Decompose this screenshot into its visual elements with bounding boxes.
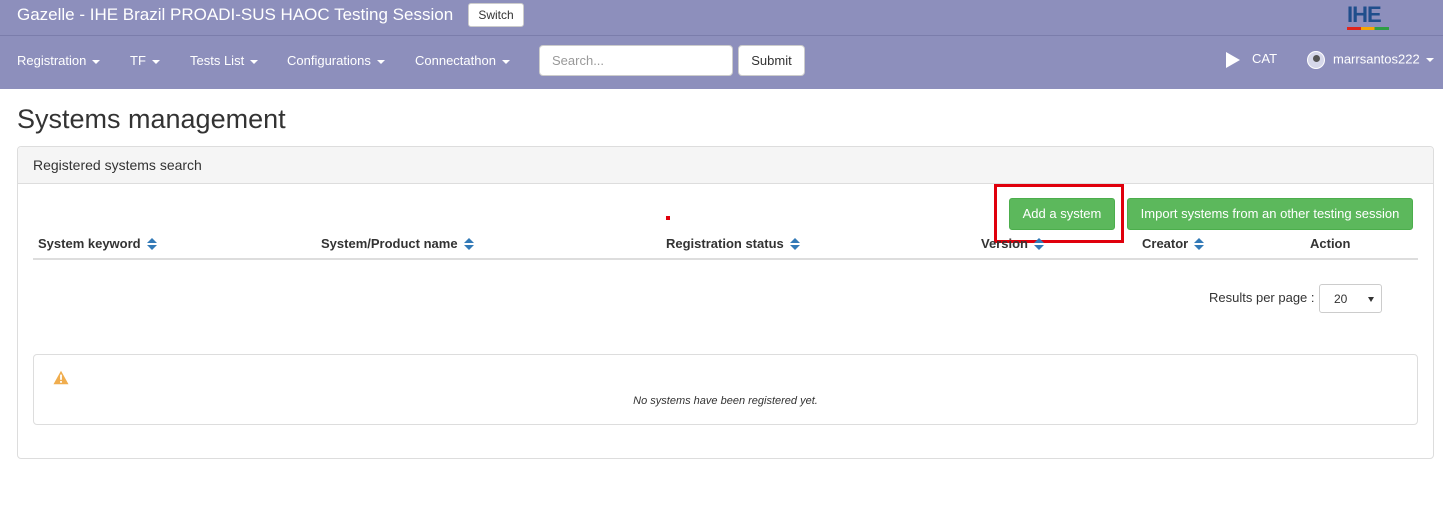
nav-menu-tf[interactable]: TF <box>130 53 160 68</box>
panel-title: Registered systems search <box>33 157 202 173</box>
nav-menu-label: Registration <box>17 53 87 68</box>
caret-down-icon <box>151 59 160 64</box>
page-title: Systems management <box>17 104 286 134</box>
import-systems-button[interactable]: Import systems from an other testing ses… <box>1127 198 1413 230</box>
cat-link[interactable]: CAT <box>1226 51 1277 68</box>
sort-icon[interactable] <box>1194 238 1205 251</box>
warning-icon <box>53 370 69 385</box>
nav-menu-label: Configurations <box>287 53 371 68</box>
empty-state-message: No systems have been registered yet. <box>633 395 818 407</box>
nav-menu-registration[interactable]: Registration <box>17 53 101 68</box>
search-input[interactable] <box>539 45 733 76</box>
switch-session-button[interactable]: Switch <box>468 3 524 27</box>
column-label: Action <box>1310 236 1351 251</box>
column-label: System keyword <box>38 236 141 251</box>
empty-state-box: No systems have been registered yet. <box>33 354 1418 425</box>
nav-menu-label: Connectathon <box>415 53 496 68</box>
column-label: Registration status <box>666 236 784 251</box>
column-header-creator[interactable]: Creator <box>1142 236 1205 251</box>
nav-menu-connectathon[interactable]: Connectathon <box>415 53 510 68</box>
logo-color-bar <box>1347 27 1389 30</box>
column-header-system-product-name[interactable]: System/Product name <box>321 236 474 251</box>
caret-down-icon <box>376 59 385 64</box>
column-header-registration-status[interactable]: Registration status <box>666 236 800 251</box>
add-system-button[interactable]: Add a system <box>1009 198 1115 230</box>
nav-menu-tests-list[interactable]: Tests List <box>190 53 259 68</box>
column-label: Version <box>981 236 1028 251</box>
results-per-page-value: 20 <box>1334 292 1348 306</box>
caret-down-icon <box>501 59 510 64</box>
top-header: Gazelle - IHE Brazil PROADI-SUS HAOC Tes… <box>0 0 1443 36</box>
logo-tagline <box>1395 6 1435 28</box>
avatar <box>1307 51 1325 69</box>
sort-icon[interactable] <box>1033 238 1044 251</box>
sort-icon[interactable] <box>789 238 800 251</box>
column-header-system-keyword[interactable]: System keyword <box>38 236 157 251</box>
user-menu[interactable]: marrsantos222 <box>1307 51 1434 69</box>
caret-down-icon <box>250 59 259 64</box>
nav-menu-label: TF <box>130 53 146 68</box>
panel-heading: Registered systems search <box>18 147 1433 184</box>
sort-icon[interactable] <box>146 238 157 251</box>
app-title: Gazelle - IHE Brazil PROADI-SUS HAOC Tes… <box>17 5 454 24</box>
nav-menu-label: Tests List <box>190 53 245 68</box>
column-label: Creator <box>1142 236 1189 251</box>
ihe-logo-text: IHE <box>1347 2 1382 27</box>
nav-menu-configurations[interactable]: Configurations <box>287 53 385 68</box>
results-per-page-label: Results per page : <box>1209 290 1315 305</box>
table-header-divider <box>33 258 1418 260</box>
caret-down-icon <box>1425 58 1434 62</box>
chevron-down-icon <box>1368 297 1374 302</box>
column-header-version[interactable]: Version <box>981 236 1044 251</box>
main-navbar: Registration TF Tests List Configuration… <box>0 36 1443 89</box>
column-header-action: Action <box>1310 236 1350 251</box>
ihe-logo: IHE <box>1343 0 1443 34</box>
results-per-page-select[interactable]: 20 <box>1319 284 1382 313</box>
play-icon <box>1226 51 1240 68</box>
column-label: System/Product name <box>321 236 458 251</box>
username-label: marrsantos222 <box>1333 51 1420 67</box>
annotation-dot <box>666 216 670 220</box>
caret-down-icon <box>92 59 101 64</box>
sort-icon[interactable] <box>463 238 474 251</box>
cat-label: CAT <box>1252 51 1278 66</box>
systems-search-panel: Registered systems search Add a system I… <box>17 146 1434 459</box>
search-submit-button[interactable]: Submit <box>738 45 805 76</box>
